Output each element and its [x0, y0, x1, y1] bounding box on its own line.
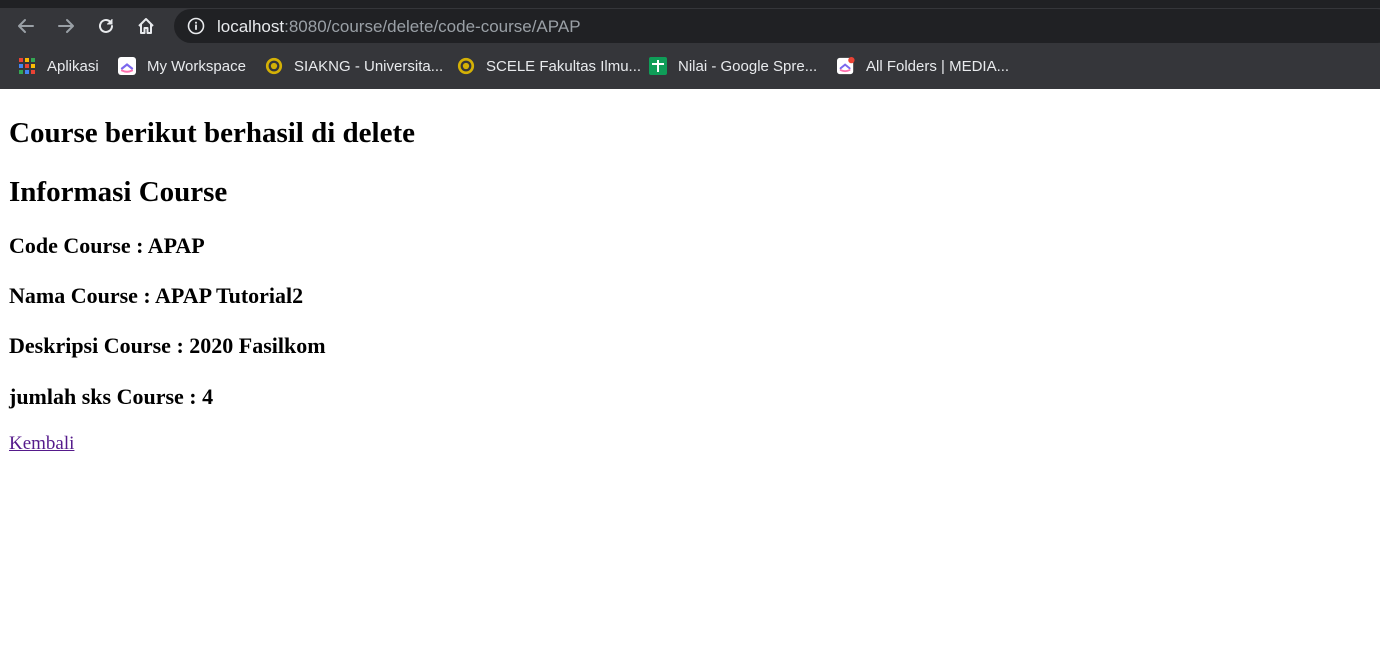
course-sks: jumlah sks Course : 4	[9, 384, 214, 409]
back-button[interactable]	[12, 12, 40, 40]
ui-seal-icon	[265, 57, 283, 75]
bookmark-my-workspace[interactable]: My Workspace	[118, 55, 246, 77]
info-icon[interactable]	[187, 17, 205, 35]
tab-strip	[0, 0, 1380, 8]
browser-chrome: localhost:8080/course/delete/code-course…	[0, 0, 1380, 89]
bookmark-label: All Folders | MEDIA...	[866, 57, 1010, 75]
bookmark-scele[interactable]: SCELE Fakultas Ilmu...	[457, 55, 641, 77]
back-link[interactable]: Kembali	[9, 433, 74, 455]
forward-button[interactable]	[52, 12, 80, 40]
bookmark-label: My Workspace	[147, 57, 246, 75]
bookmark-aplikasi[interactable]: Aplikasi	[18, 55, 99, 77]
google-sheets-icon	[649, 57, 667, 75]
bookmarks-bar: Aplikasi My Workspace SIAKNG - Universit…	[0, 44, 1380, 89]
info-heading: Informasi Course	[9, 176, 228, 208]
bookmark-siakng[interactable]: SIAKNG - Universita...	[265, 55, 443, 77]
bookmark-label: Nilai - Google Spre...	[678, 57, 818, 75]
reload-button[interactable]	[92, 12, 120, 40]
course-code: Code Course : APAP	[9, 233, 205, 258]
bookmark-label: SIAKNG - Universita...	[294, 57, 444, 75]
arrow-left-icon	[18, 19, 34, 33]
page-content: Course berikut berhasil di delete Inform…	[0, 89, 1380, 656]
success-heading: Course berikut berhasil di delete	[9, 117, 415, 149]
arrow-right-icon	[58, 19, 74, 33]
clickup-notification-icon	[837, 57, 855, 75]
course-name: Nama Course : APAP Tutorial2	[9, 283, 304, 308]
clickup-icon	[118, 57, 136, 75]
apps-grid-icon	[18, 57, 36, 75]
browser-toolbar: localhost:8080/course/delete/code-course…	[0, 8, 1380, 44]
ui-seal-icon	[457, 57, 475, 75]
bookmark-label: SCELE Fakultas Ilmu...	[486, 57, 642, 75]
address-bar[interactable]: localhost:8080/course/delete/code-course…	[174, 9, 1380, 43]
url-path: :8080/course/delete/code-course/APAP	[284, 17, 581, 36]
reload-icon	[99, 18, 113, 33]
home-icon	[138, 18, 154, 34]
url-text[interactable]: localhost:8080/course/delete/code-course…	[217, 17, 581, 37]
home-button[interactable]	[132, 12, 160, 40]
bookmark-all-folders[interactable]: All Folders | MEDIA...	[837, 55, 1009, 77]
url-host: localhost	[217, 17, 285, 36]
bookmark-label: Aplikasi	[47, 57, 99, 75]
course-description: Deskripsi Course : 2020 Fasilkom	[9, 333, 326, 358]
bookmark-nilai-sheets[interactable]: Nilai - Google Spre...	[649, 55, 817, 77]
